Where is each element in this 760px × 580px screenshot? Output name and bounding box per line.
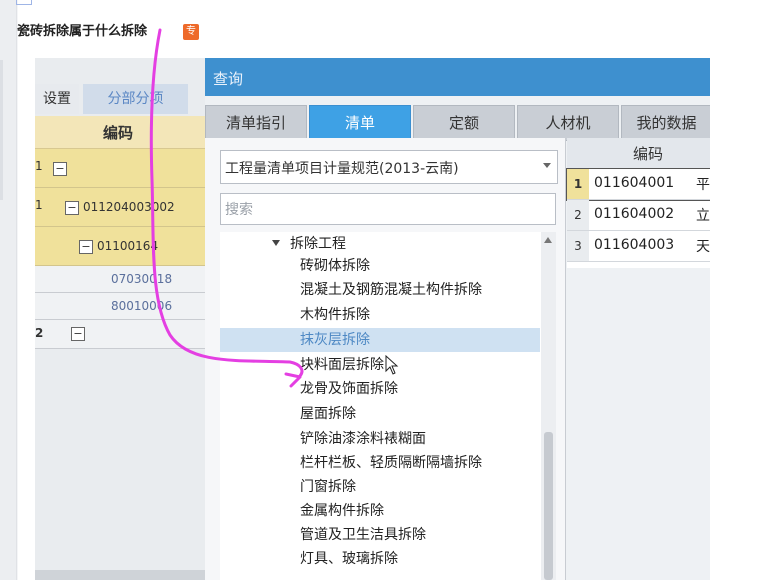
annotation-arrow xyxy=(149,28,304,388)
